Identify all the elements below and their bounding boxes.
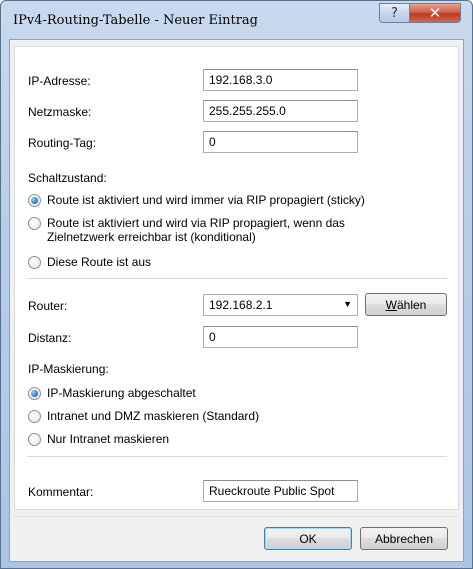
radio-conditional-label-line2: Zielnetzwerk erreichbar ist (konditional…: [47, 230, 256, 244]
schaltzustand-label: Schaltzustand:: [28, 171, 107, 185]
distance-input[interactable]: 0: [203, 326, 358, 348]
dialog-body: IP-Adresse: 192.168.3.0 Netzmaske: 255.2…: [9, 39, 464, 562]
radio-off-label: Diese Route ist aus: [47, 255, 152, 269]
footer-divider: [14, 516, 459, 517]
ip-address-input[interactable]: 192.168.3.0: [203, 69, 358, 91]
help-icon: ?: [391, 5, 398, 21]
choose-router-button[interactable]: Wählen: [365, 293, 447, 316]
netmask-label: Netzmaske:: [28, 105, 92, 119]
radio-indicator: [28, 217, 41, 230]
ok-label: OK: [299, 531, 317, 546]
router-combobox[interactable]: 192.168.2.1 ▼: [203, 294, 358, 316]
distance-label: Distanz:: [28, 331, 72, 345]
radio-conditional[interactable]: Route ist aktiviert und wird via RIP pro…: [28, 216, 345, 244]
radio-masking-intranet-label: Nur Intranet maskieren: [47, 432, 170, 446]
chevron-down-icon[interactable]: ▼: [343, 299, 352, 309]
radio-masking-intranet[interactable]: Nur Intranet maskieren: [28, 432, 169, 446]
radio-masking-off[interactable]: IP-Maskierung abgeschaltet: [28, 386, 196, 400]
radio-masking-intranet-dmz[interactable]: Intranet und DMZ maskieren (Standard): [28, 409, 259, 423]
radio-conditional-label-line1: Route ist aktiviert und wird via RIP pro…: [47, 216, 345, 230]
divider: [27, 456, 447, 457]
comment-label: Kommentar:: [28, 485, 94, 499]
radio-indicator: [28, 194, 41, 207]
radio-masking-off-label: IP-Maskierung abgeschaltet: [47, 386, 196, 400]
divider: [27, 278, 447, 279]
radio-indicator: [28, 433, 41, 446]
radio-indicator: [28, 387, 41, 400]
choose-router-label: Wählen: [385, 297, 427, 312]
radio-off[interactable]: Diese Route ist aus: [28, 255, 151, 269]
content-panel: IP-Adresse: 192.168.3.0 Netzmaske: 255.2…: [14, 46, 459, 510]
cancel-label: Abbrechen: [374, 531, 434, 546]
cancel-button[interactable]: Abbrechen: [360, 527, 448, 550]
title-bar[interactable]: IPv4-Routing-Tabelle - Neuer Eintrag ? ✕: [1, 1, 472, 33]
radio-conditional-label: Route ist aktiviert und wird via RIP pro…: [47, 216, 345, 244]
radio-sticky-label: Route ist aktiviert und wird immer via R…: [47, 193, 365, 207]
window-title: IPv4-Routing-Tabelle - Neuer Eintrag: [13, 13, 258, 28]
ok-button[interactable]: OK: [264, 527, 352, 550]
close-button[interactable]: ✕: [409, 3, 461, 23]
help-button[interactable]: ?: [379, 3, 410, 23]
radio-masking-intranet-dmz-label: Intranet und DMZ maskieren (Standard): [47, 409, 260, 423]
radio-sticky[interactable]: Route ist aktiviert und wird immer via R…: [28, 193, 365, 207]
routing-tag-input[interactable]: 0: [203, 131, 358, 153]
ip-masking-label: IP-Maskierung:: [28, 362, 109, 376]
radio-indicator: [28, 256, 41, 269]
router-value: 192.168.2.1: [209, 298, 273, 312]
radio-indicator: [28, 410, 41, 423]
close-icon: ✕: [428, 4, 442, 22]
router-label: Router:: [28, 299, 68, 313]
ip-address-label: IP-Adresse:: [28, 74, 91, 88]
netmask-input[interactable]: 255.255.255.0: [203, 100, 358, 122]
routing-tag-label: Routing-Tag:: [28, 136, 97, 150]
comment-input[interactable]: Rueckroute Public Spot: [203, 480, 358, 502]
dialog-window: IPv4-Routing-Tabelle - Neuer Eintrag ? ✕…: [0, 0, 473, 569]
